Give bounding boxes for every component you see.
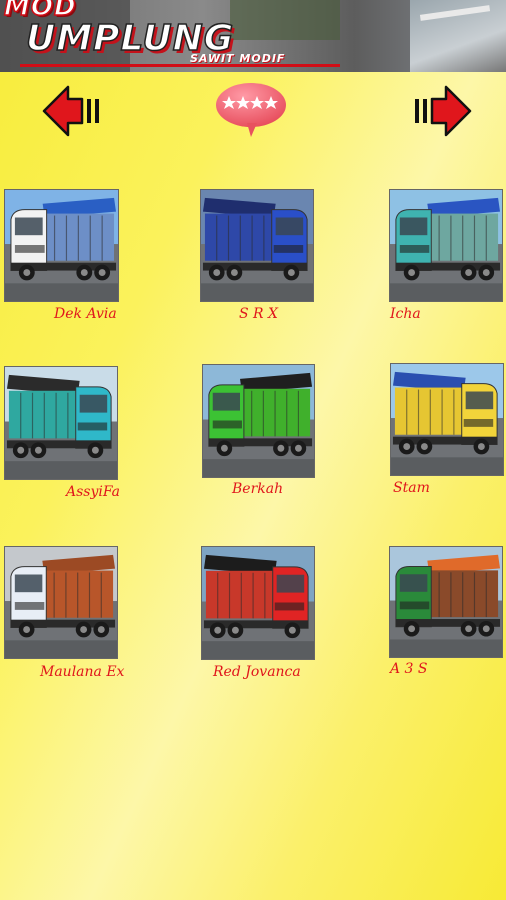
mod-thumbnail[interactable]: [201, 546, 315, 660]
banner-subtitle: SAWIT MODIF: [190, 52, 286, 65]
mod-label[interactable]: Red Jovanca: [213, 664, 301, 680]
mod-label[interactable]: Berkah: [232, 481, 283, 497]
banner-stripe: [20, 64, 340, 67]
mod-thumbnail[interactable]: [4, 366, 118, 480]
mod-label[interactable]: A 3 S: [390, 661, 428, 677]
mod-thumbnail[interactable]: [4, 189, 119, 302]
mod-label[interactable]: Maulana Ex: [40, 664, 124, 680]
previous-page-button[interactable]: [42, 84, 104, 138]
mod-label[interactable]: AssyiFa: [66, 484, 120, 500]
mod-thumbnail[interactable]: [202, 364, 315, 478]
rate-stars-bubble-icon: [216, 83, 286, 137]
mod-label[interactable]: S R X: [239, 306, 278, 322]
mod-thumbnail[interactable]: [389, 189, 503, 302]
mod-thumbnail[interactable]: [4, 546, 118, 659]
mod-thumbnail[interactable]: [389, 546, 503, 658]
rate-app-button[interactable]: [213, 81, 289, 139]
mod-thumbnail[interactable]: [390, 363, 504, 476]
arrow-left-icon: [42, 85, 99, 137]
mod-label[interactable]: Icha: [390, 306, 421, 322]
next-page-button[interactable]: [410, 84, 472, 138]
mod-label[interactable]: Dek Avia: [54, 306, 117, 322]
mod-thumbnail[interactable]: [200, 189, 314, 302]
app-banner: MOD UMPLUNG SAWIT MODIF: [0, 0, 506, 72]
mod-label[interactable]: Stam: [393, 480, 430, 496]
banner-background-tree: [230, 0, 340, 40]
arrow-right-icon: [415, 85, 472, 137]
